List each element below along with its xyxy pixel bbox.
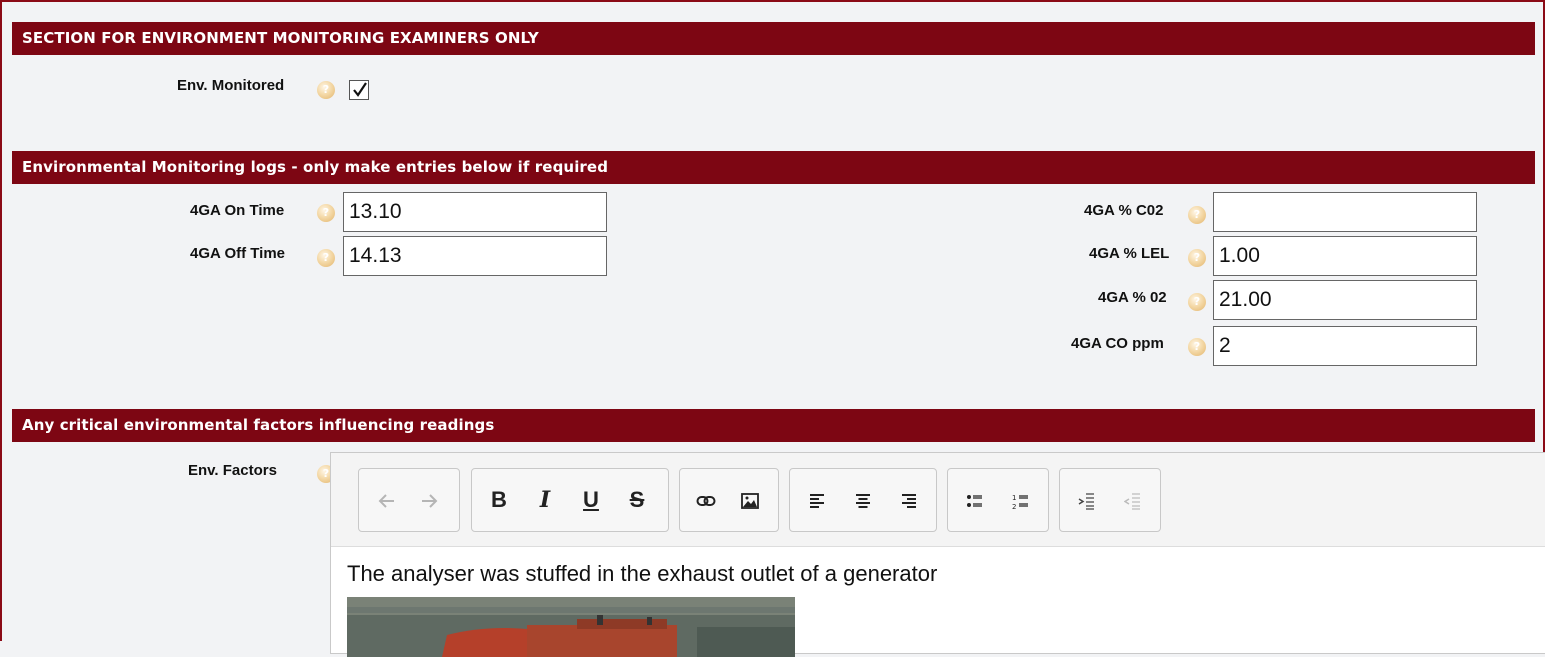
co-ppm-label: 4GA CO ppm	[1071, 335, 1164, 352]
help-icon[interactable]: ?	[1188, 206, 1206, 224]
editor-toolbar: B I U S 1 2	[331, 453, 1545, 547]
indent-group	[1059, 468, 1161, 532]
redo-icon[interactable]	[411, 469, 447, 531]
checkmark-icon	[353, 82, 367, 97]
env-monitored-label: Env. Monitored	[177, 77, 285, 94]
bullet-list-icon[interactable]	[954, 469, 996, 531]
rich-text-editor[interactable]: B I U S 1 2 The analyser was stuffed in …	[330, 452, 1545, 657]
help-icon[interactable]: ?	[1188, 249, 1206, 267]
on-time-label: 4GA On Time	[190, 202, 285, 219]
o2-label: 4GA % 02	[1098, 289, 1167, 306]
indent-icon[interactable]	[1066, 469, 1108, 531]
lel-label: 4GA % LEL	[1089, 245, 1170, 262]
generator-photo	[347, 597, 795, 657]
off-time-label: 4GA Off Time	[190, 245, 286, 262]
image-icon[interactable]	[730, 469, 770, 531]
editor-content[interactable]: The analyser was stuffed in the exhaust …	[347, 561, 937, 587]
align-group	[789, 468, 937, 532]
outdent-icon[interactable]	[1112, 469, 1154, 531]
section-header-factors: Any critical environmental factors influ…	[12, 409, 1535, 442]
svg-text:1: 1	[1012, 494, 1016, 502]
co-ppm-input[interactable]: 2	[1213, 326, 1477, 366]
strikethrough-button[interactable]: S	[616, 469, 658, 531]
link-icon[interactable]	[686, 469, 726, 531]
form-frame: SECTION FOR ENVIRONMENT MONITORING EXAMI…	[0, 0, 1545, 657]
align-center-icon[interactable]	[842, 469, 884, 531]
align-left-icon[interactable]	[796, 469, 838, 531]
lel-input[interactable]: 1.00	[1213, 236, 1477, 276]
numbered-list-icon[interactable]: 1 2	[1000, 469, 1042, 531]
align-right-icon[interactable]	[888, 469, 930, 531]
underline-button[interactable]: U	[570, 469, 612, 531]
o2-input[interactable]: 21.00	[1213, 280, 1477, 320]
help-icon[interactable]: ?	[1188, 338, 1206, 356]
co2-input[interactable]	[1213, 192, 1477, 232]
history-group	[358, 468, 460, 532]
help-icon[interactable]: ?	[317, 81, 335, 99]
env-factors-label: Env. Factors	[188, 462, 277, 479]
off-time-input[interactable]: 14.13	[343, 236, 607, 276]
undo-icon[interactable]	[369, 469, 405, 531]
section-header-examiners: SECTION FOR ENVIRONMENT MONITORING EXAMI…	[12, 22, 1535, 55]
env-monitored-checkbox[interactable]	[349, 80, 369, 100]
help-icon[interactable]: ?	[317, 204, 335, 222]
bold-button[interactable]: B	[478, 469, 520, 531]
italic-button[interactable]: I	[524, 469, 566, 531]
svg-text:2: 2	[1012, 503, 1016, 510]
co2-label: 4GA % C02	[1084, 202, 1164, 219]
help-icon[interactable]: ?	[317, 249, 335, 267]
list-group: 1 2	[947, 468, 1049, 532]
help-icon[interactable]: ?	[1188, 293, 1206, 311]
format-group: B I U S	[471, 468, 669, 532]
section-header-logs: Environmental Monitoring logs - only mak…	[12, 151, 1535, 184]
on-time-input[interactable]: 13.10	[343, 192, 607, 232]
insert-group	[679, 468, 779, 532]
